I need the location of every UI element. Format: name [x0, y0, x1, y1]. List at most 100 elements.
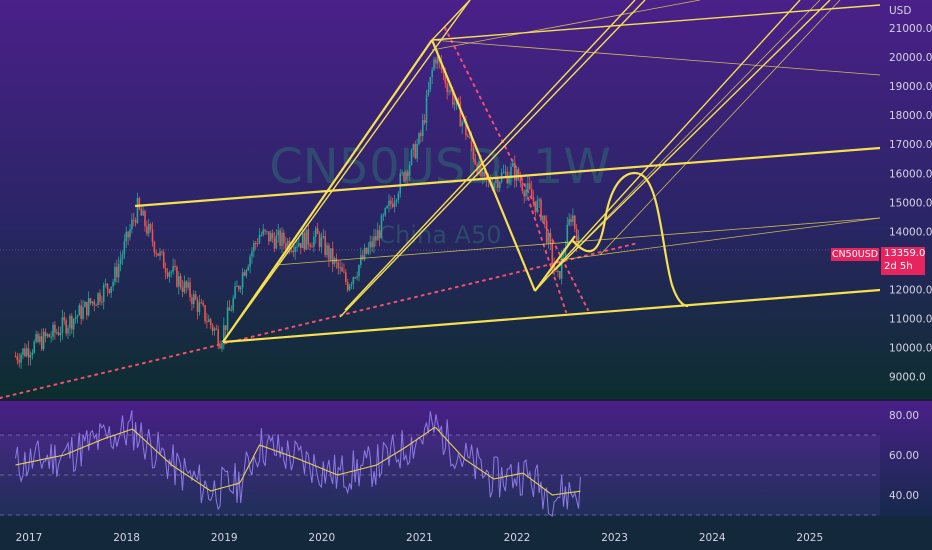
candle-body	[196, 299, 199, 313]
candle-body	[157, 253, 159, 256]
candle-body	[166, 272, 169, 277]
candle-body	[532, 197, 535, 202]
candle-body	[70, 315, 73, 330]
candle-body	[558, 271, 561, 279]
candle-body	[410, 150, 413, 165]
candle-body	[356, 276, 358, 278]
candle-body	[318, 233, 321, 248]
candle-body	[236, 285, 238, 287]
candle-body	[162, 252, 165, 269]
candle-body	[187, 282, 189, 288]
candle-body	[194, 294, 197, 300]
candle-body	[429, 77, 432, 90]
candle-body	[140, 208, 143, 216]
candle-body	[345, 272, 347, 282]
candle-body	[179, 275, 182, 288]
candle-body	[146, 226, 148, 234]
candle-body	[427, 89, 430, 96]
candle-body	[76, 315, 79, 318]
candle-body	[153, 241, 156, 253]
price-tick-label: 21000.0	[889, 23, 932, 35]
price-tick-label: 9000.0	[889, 372, 926, 384]
candle-body	[181, 287, 184, 292]
candle-body	[309, 244, 311, 247]
candle-body	[435, 59, 437, 64]
candle-body	[527, 183, 529, 190]
candle-body	[20, 354, 22, 363]
candle-body	[343, 271, 345, 273]
candle-body	[52, 324, 54, 337]
candle-body	[238, 285, 240, 290]
candle-body	[93, 301, 96, 305]
candle-body	[453, 103, 456, 105]
candle-body	[228, 307, 231, 311]
rsi-tick-label: 40.00	[889, 490, 919, 502]
candle-body	[350, 283, 353, 286]
candle-body	[84, 301, 86, 308]
candle-body	[254, 243, 257, 245]
chart-area[interactable]: CN50USD, 1W China A50 USD 21000.0 20000.0 19…	[0, 0, 932, 550]
candle-body	[155, 252, 158, 254]
candle-body	[412, 144, 415, 151]
price-tick-label: 15000.0	[889, 197, 932, 209]
candle-body	[117, 263, 120, 278]
bar-countdown: 2d 5h	[884, 261, 913, 272]
candle-body	[80, 305, 82, 319]
candle-body	[192, 294, 195, 305]
candle-body	[183, 281, 186, 292]
candle-body	[534, 201, 537, 212]
candle-body	[542, 215, 544, 221]
candle-body	[557, 271, 559, 273]
candle-body	[358, 264, 360, 277]
candle-body	[35, 334, 37, 342]
candle-body	[320, 237, 323, 248]
candle-body	[423, 120, 426, 123]
candle-body	[55, 332, 58, 334]
candle-body	[172, 265, 174, 272]
chart-canvas[interactable]: CN50USD, 1W China A50 USD 21000.0 20000.0 19…	[0, 0, 932, 550]
price-tick-label: 14000.0	[889, 226, 932, 238]
candle-body	[401, 172, 403, 174]
time-tick-label: 2024	[699, 532, 726, 544]
candle-body	[545, 220, 548, 243]
candle-body	[125, 231, 128, 242]
candle-body	[269, 233, 272, 242]
candle-body	[176, 266, 178, 287]
symbol-badge: CN50USD	[831, 248, 879, 261]
rsi-tick-label: 80.00	[889, 410, 919, 422]
candle-body	[243, 272, 246, 276]
candle-body	[316, 228, 319, 234]
pane-gap	[0, 399, 932, 401]
candle-body	[72, 319, 75, 330]
candle-body	[376, 230, 379, 241]
candle-body	[337, 262, 340, 269]
candle-body	[418, 133, 420, 145]
candle-body	[65, 320, 67, 334]
candle-body	[562, 255, 565, 257]
candle-body	[354, 277, 357, 279]
candle-body	[292, 250, 295, 253]
candle-body	[134, 220, 137, 223]
candle-body	[467, 135, 469, 138]
candle-body	[108, 289, 111, 293]
candle-body	[168, 272, 171, 277]
candle-body	[572, 215, 574, 222]
candle-body	[191, 297, 193, 305]
candle-body	[421, 120, 424, 137]
candle-body	[170, 271, 173, 273]
candle-body	[185, 281, 188, 288]
candle-body	[127, 231, 129, 238]
candle-body	[46, 334, 49, 337]
candle-body	[279, 230, 281, 246]
candle-body	[63, 317, 66, 321]
candle-body	[391, 203, 394, 207]
rsi-tick-label: 60.00	[889, 450, 919, 462]
candle-body	[446, 83, 448, 93]
candle-body	[18, 360, 21, 363]
candle-body	[474, 158, 477, 165]
candle-body	[504, 171, 507, 173]
candle-body	[301, 232, 304, 249]
candle-body	[448, 90, 450, 93]
candle-body	[290, 250, 293, 252]
candle-body	[69, 315, 71, 329]
